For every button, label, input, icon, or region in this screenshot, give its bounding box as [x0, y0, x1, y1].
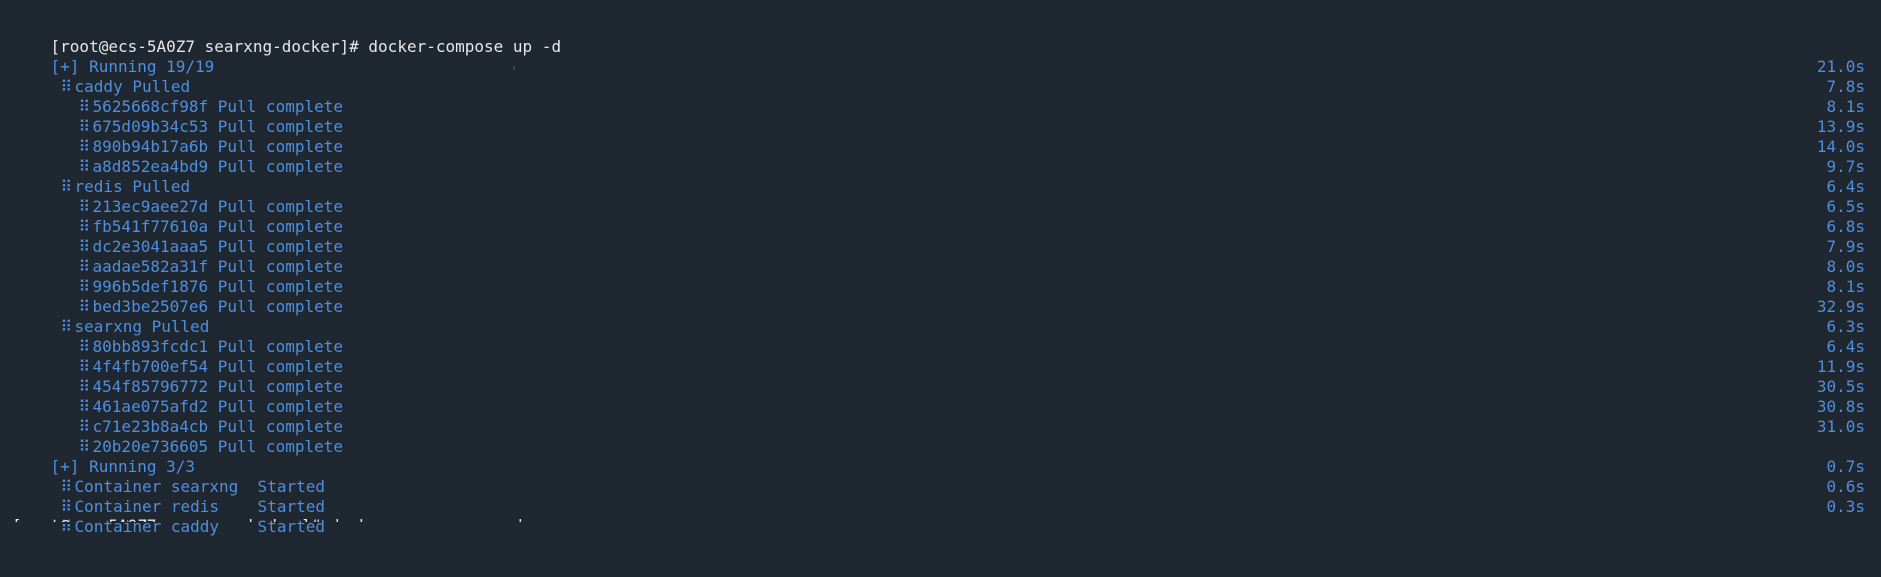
- layer-row: ⠿ aadae582a31f Pull complete 7.9s: [12, 237, 1865, 276]
- layer-time: 8.1s: [1826, 277, 1865, 296]
- layer-row: ⠿ a8d852ea4bd9 Pull complete 14.0s: [12, 137, 1865, 176]
- next-prompt-text: [root@ecs-5A0Z7 searxng-docker]# docker-…: [12, 516, 523, 522]
- layer-time: 6.3s: [1826, 317, 1865, 336]
- layer-row: ⠿ 5625668cf98f Pull complete 7.8s: [12, 77, 1865, 116]
- layer-row: ⠿ 454f85796772 Pull complete 11.9s: [12, 357, 1865, 396]
- layer-time: 6.8s: [1826, 217, 1865, 236]
- layer-row: ⠿ 4f4fb700ef54 Pull complete 6.4s: [12, 337, 1865, 376]
- layer-time: 8.1s: [1826, 97, 1865, 116]
- layer-time: 6.4s: [1826, 337, 1865, 356]
- layer-time: 14.0s: [1816, 137, 1865, 156]
- running-pull-header: [+] Running 19/19: [12, 37, 1865, 76]
- layer-time: 7.8s: [1826, 77, 1865, 96]
- group-time: 9.7s: [1826, 157, 1865, 176]
- layer-row: ⠿ 213ec9aee27d Pull complete 6.4s: [12, 177, 1865, 216]
- container-row: ⠿ Container redis Started 0.6s: [12, 477, 1865, 516]
- layer-time: 6.4s: [1826, 177, 1865, 196]
- container-row: ⠿ Container caddy Started 0.3s: [12, 497, 1865, 536]
- layer-row: ⠿ 461ae075afd2 Pull complete 30.5s: [12, 377, 1865, 416]
- layer-time: 11.9s: [1816, 357, 1865, 376]
- layer-time: 30.5s: [1816, 377, 1865, 396]
- layer-row: ⠿ 80bb893fcdc1 Pull complete 6.3s: [12, 317, 1865, 356]
- layer-row: ⠿ fb541f77610a Pull complete 6.5s: [12, 197, 1865, 236]
- layer-row: ⠿ dc2e3041aaa5 Pull complete 6.8s: [12, 217, 1865, 256]
- terminal-window[interactable]: [root@ecs-5A0Z7 searxng-docker]# docker-…: [0, 0, 1881, 536]
- container-time: 0.6s: [1826, 477, 1865, 496]
- mouse-cursor-marker: [513, 66, 515, 70]
- layer-time: 6.5s: [1826, 197, 1865, 216]
- container-time: 0.7s: [1826, 457, 1865, 476]
- container-time: 0.3s: [1826, 497, 1865, 516]
- container-row: ⠿ Container searxng Started 0.7s: [12, 457, 1865, 496]
- layer-time: 30.8s: [1816, 397, 1865, 416]
- running-containers-header: [+] Running 3/3: [12, 437, 1865, 476]
- layer-row: ⠿ 675d09b34c53 Pull complete 8.1s: [12, 97, 1865, 136]
- command-prompt-line: [root@ecs-5A0Z7 searxng-docker]# docker-…: [12, 17, 1865, 56]
- next-prompt-clipped: [root@ecs-5A0Z7 searxng-docker]# docker-…: [12, 516, 523, 522]
- layer-time: 8.0s: [1826, 257, 1865, 276]
- pulled-group-row: ⠿ redis Pulled 9.7s: [12, 157, 1865, 196]
- layer-row: ⠿ 20b20e736605 Pull complete 31.0s: [12, 417, 1865, 456]
- layer-row: ⠿ bed3be2507e6 Pull complete 8.1s: [12, 277, 1865, 316]
- layer-row: ⠿ 890b94b17a6b Pull complete 13.9s: [12, 117, 1865, 156]
- group-time: 32.9s: [1816, 297, 1865, 316]
- group-time: 21.0s: [1816, 57, 1865, 76]
- pulled-group-row: ⠿ searxng Pulled 32.9s: [12, 297, 1865, 336]
- layer-time: 7.9s: [1826, 237, 1865, 256]
- layer-time: 31.0s: [1816, 417, 1865, 436]
- layer-time: 13.9s: [1816, 117, 1865, 136]
- pulled-group-row: ⠿ caddy Pulled 21.0s: [12, 57, 1865, 96]
- layer-row: ⠿ 996b5def1876 Pull complete 8.0s: [12, 257, 1865, 296]
- layer-row: ⠿ c71e23b8a4cb Pull complete 30.8s: [12, 397, 1865, 436]
